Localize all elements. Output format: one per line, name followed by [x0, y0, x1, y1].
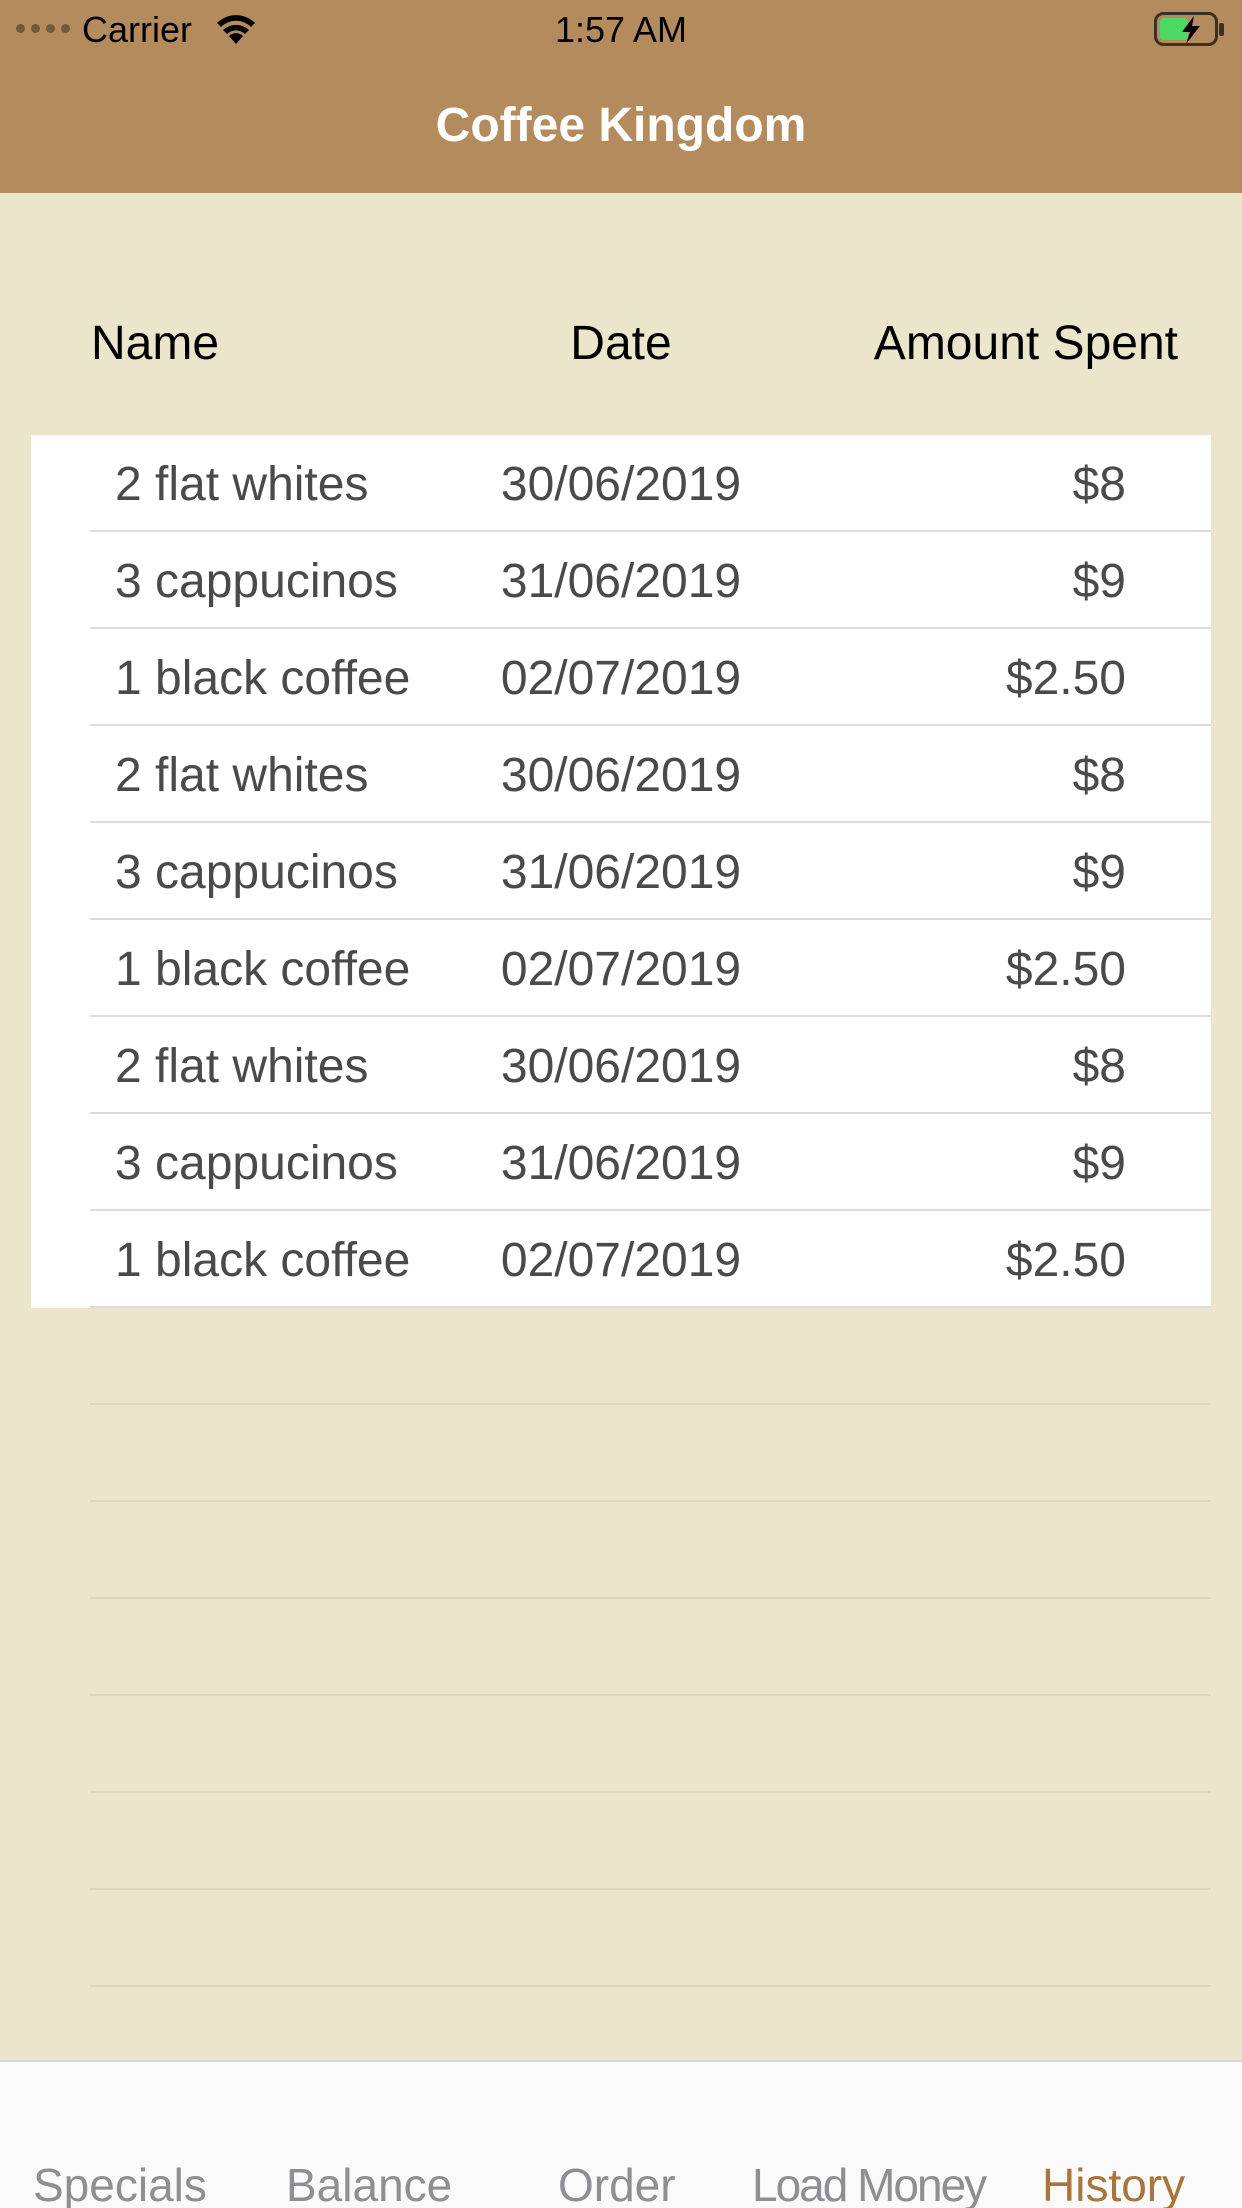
row-name: 2 flat whites	[115, 1040, 369, 1093]
table-row[interactable]: 3 cappucinos 31/06/2019 $9	[31, 823, 1211, 920]
history-table: 2 flat whites 30/06/2019 $8 3 cappucinos…	[31, 435, 1211, 1987]
row-amount: $9	[1072, 846, 1126, 899]
table-row[interactable]: 1 black coffee 02/07/2019 $2.50	[31, 629, 1211, 726]
row-amount: $2.50	[1005, 1234, 1126, 1287]
empty-row-separator	[31, 1599, 1211, 1696]
battery-icon	[1154, 12, 1226, 57]
clock: 1:57 AM	[554, 9, 688, 50]
row-amount: $2.50	[1005, 652, 1126, 705]
table-row[interactable]: 2 flat whites 30/06/2019 $8	[31, 726, 1211, 823]
row-amount: $8	[1072, 1040, 1126, 1093]
row-amount: $8	[1072, 458, 1126, 511]
empty-row-separator	[31, 1793, 1211, 1890]
table-row[interactable]: 3 cappucinos 31/06/2019 $9	[31, 1114, 1211, 1211]
tab-balance[interactable]: Balance	[286, 2158, 452, 2208]
empty-row-separator	[31, 1696, 1211, 1793]
row-date: 31/06/2019	[500, 555, 742, 608]
table-row[interactable]: 1 black coffee 02/07/2019 $2.50	[31, 1211, 1211, 1308]
row-date: 30/06/2019	[500, 458, 742, 511]
status-bar: Carrier 1:57 AM	[0, 0, 1242, 60]
tab-history[interactable]: History	[1042, 2158, 1185, 2208]
column-header-name: Name	[91, 317, 220, 370]
navigation-bar: Carrier 1:57 AM Coffee Kingdom	[0, 0, 1242, 193]
row-date: 02/07/2019	[500, 652, 742, 705]
row-name: 3 cappucinos	[115, 846, 398, 899]
row-amount: $9	[1072, 1137, 1126, 1190]
row-name: 1 black coffee	[115, 1234, 411, 1287]
row-amount: $8	[1072, 749, 1126, 802]
row-amount: $2.50	[1005, 943, 1126, 996]
row-name: 3 cappucinos	[115, 1137, 398, 1190]
row-name: 3 cappucinos	[115, 555, 398, 608]
row-name: 1 black coffee	[115, 652, 411, 705]
row-date: 31/06/2019	[500, 846, 742, 899]
row-name: 1 black coffee	[115, 943, 411, 996]
row-amount: $9	[1072, 555, 1126, 608]
row-date: 02/07/2019	[500, 943, 742, 996]
row-date: 30/06/2019	[500, 1040, 742, 1093]
empty-row-separator	[31, 1502, 1211, 1599]
row-date: 30/06/2019	[500, 749, 742, 802]
row-date: 02/07/2019	[500, 1234, 742, 1287]
table-row[interactable]: 2 flat whites 30/06/2019 $8	[31, 1017, 1211, 1114]
table-header: Name Date Amount Spent	[0, 316, 1242, 376]
row-name: 2 flat whites	[115, 458, 369, 511]
tab-load-money[interactable]: Load Money	[752, 2158, 987, 2208]
row-name: 2 flat whites	[115, 749, 369, 802]
empty-row-separator	[31, 1890, 1211, 1987]
tab-order[interactable]: Order	[558, 2158, 676, 2208]
tab-specials[interactable]: Specials	[33, 2158, 207, 2208]
empty-row-separator	[31, 1405, 1211, 1502]
page-title: Coffee Kingdom	[435, 99, 807, 152]
column-header-amount: Amount Spent	[873, 317, 1178, 370]
row-date: 31/06/2019	[500, 1137, 742, 1190]
column-header-date: Date	[570, 317, 672, 370]
empty-row-separator	[31, 1308, 1211, 1405]
table-row[interactable]: 1 black coffee 02/07/2019 $2.50	[31, 920, 1211, 1017]
tab-bar: Specials Balance Order Load Money Histor…	[0, 2060, 1242, 2208]
table-row[interactable]: 2 flat whites 30/06/2019 $8	[31, 435, 1211, 532]
table-row[interactable]: 3 cappucinos 31/06/2019 $9	[31, 532, 1211, 629]
